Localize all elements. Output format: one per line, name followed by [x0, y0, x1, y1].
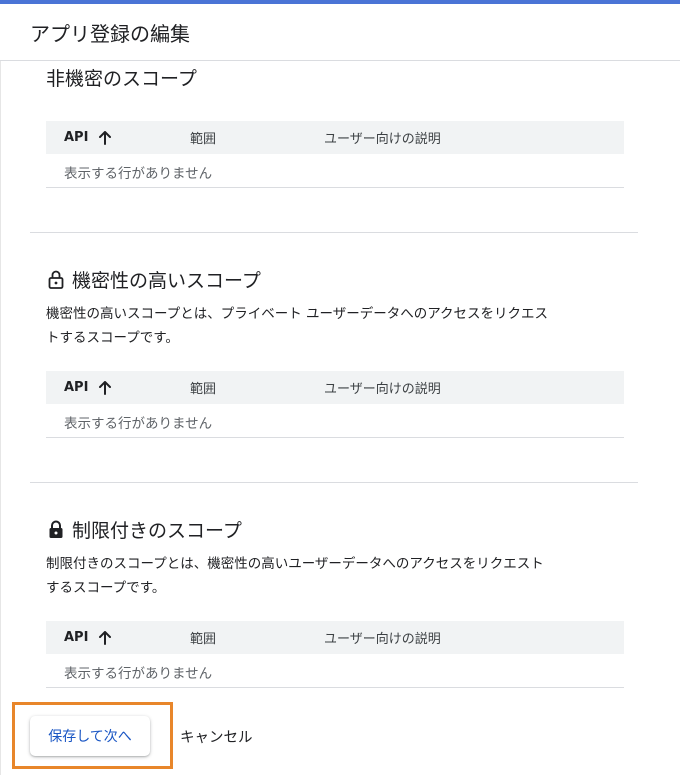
empty-row: 表示する行がありません — [46, 154, 624, 188]
section-title-sensitive: 機密性の高いスコープ — [46, 266, 261, 293]
api-column-header[interactable]: API — [64, 630, 112, 645]
lock-open-icon — [46, 269, 66, 291]
section-divider — [30, 482, 638, 483]
table-header: API 範囲 ユーザー向けの説明 — [46, 121, 624, 154]
sensitive-scope-table: API 範囲 ユーザー向けの説明 表示する行がありません — [46, 371, 624, 438]
empty-row: 表示する行がありません — [46, 654, 624, 688]
empty-row: 表示する行がありません — [46, 404, 624, 438]
sensitive-scope-description: 機密性の高いスコープとは、プライベート ユーザーデータへのアクセスをリクエス ト… — [46, 306, 549, 346]
section-title-restricted: 制限付きのスコープ — [46, 516, 242, 543]
section-title-non-sensitive: 非機密のスコープ — [46, 64, 197, 91]
section-title-text: 制限付きのスコープ — [72, 520, 242, 542]
cancel-button[interactable]: キャンセル — [180, 726, 253, 747]
lock-icon — [46, 519, 66, 541]
non-sensitive-scope-table: API 範囲 ユーザー向けの説明 表示する行がありません — [46, 121, 624, 188]
restricted-scope-table: API 範囲 ユーザー向けの説明 表示する行がありません — [46, 621, 624, 688]
scope-column-header: 範囲 — [190, 132, 217, 147]
table-header: API 範囲 ユーザー向けの説明 — [46, 621, 624, 654]
sort-arrow-up-icon[interactable] — [98, 630, 112, 645]
section-divider — [30, 232, 638, 233]
left-border — [0, 4, 1, 775]
dialog-header: アプリ登録の編集 — [0, 4, 680, 61]
api-column-header[interactable]: API — [64, 130, 112, 145]
section-title-text: 非機密のスコープ — [46, 68, 197, 90]
sort-arrow-up-icon[interactable] — [98, 130, 112, 145]
page-title: アプリ登録の編集 — [30, 22, 190, 46]
description-column-header: ユーザー向けの説明 — [324, 132, 441, 147]
sort-arrow-up-icon[interactable] — [98, 380, 112, 395]
section-title-text: 機密性の高いスコープ — [72, 270, 261, 292]
api-column-header[interactable]: API — [64, 380, 112, 395]
scope-column-header: 範囲 — [190, 632, 217, 647]
description-column-header: ユーザー向けの説明 — [324, 632, 441, 647]
description-column-header: ユーザー向けの説明 — [324, 382, 441, 397]
restricted-scope-description: 制限付きのスコープとは、機密性の高いユーザーデータへのアクセスをリクエスト する… — [46, 556, 544, 596]
table-header: API 範囲 ユーザー向けの説明 — [46, 371, 624, 404]
scope-column-header: 範囲 — [190, 382, 217, 397]
save-and-next-button[interactable]: 保存して次へ — [30, 716, 150, 756]
